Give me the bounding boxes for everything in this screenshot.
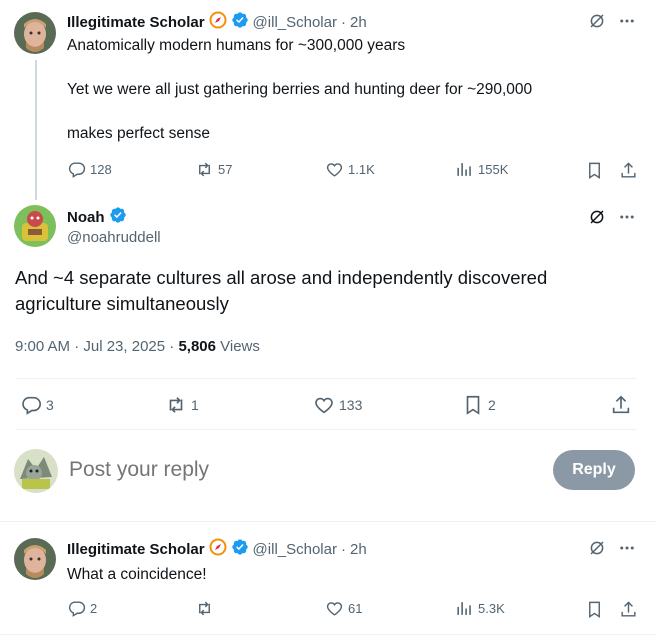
grok-icon[interactable] [586, 537, 608, 559]
author-handle[interactable]: @ill_Scholar [253, 541, 337, 558]
main-tweet-author: Noah [67, 206, 127, 229]
parent-tweet-header: Illegitimate Scholar @ill_Scholar · 2h [67, 11, 367, 34]
repost-icon [169, 397, 183, 413]
verified-badge-icon [231, 538, 249, 561]
reply-button[interactable]: 2 [67, 599, 97, 618]
views-button[interactable]: 5.3K [455, 599, 505, 618]
author-handle[interactable]: @ill_Scholar [253, 14, 337, 31]
grok-icon[interactable] [586, 206, 608, 228]
reply-input[interactable] [69, 455, 529, 485]
reply-tweet-header: Illegitimate Scholar @ill_Scholar · 2h [67, 538, 367, 561]
bookmark-icon[interactable] [583, 159, 605, 181]
bookmark-icon [466, 395, 480, 415]
like-button[interactable]: 61 [325, 599, 362, 618]
repost-count: 57 [218, 162, 233, 177]
repost-count: 1 [191, 397, 199, 413]
compass-emoji-icon [209, 11, 227, 34]
more-options-icon[interactable] [616, 537, 638, 559]
grok-icon[interactable] [586, 10, 608, 32]
share-icon[interactable] [617, 598, 639, 620]
post-time[interactable]: 2h [350, 14, 367, 31]
reply-button[interactable]: 3 [20, 394, 54, 416]
views-number: 5,806 [178, 338, 216, 355]
share-icon[interactable] [617, 159, 639, 181]
analytics-icon [457, 163, 471, 176]
reply-icon [68, 601, 86, 617]
author-name[interactable]: Illegitimate Scholar [67, 14, 205, 31]
repost-button[interactable] [195, 599, 218, 618]
separator-dot: · [340, 14, 346, 31]
verified-badge-icon [231, 11, 249, 34]
author-handle[interactable]: @noahruddell [67, 229, 161, 246]
post-text-line: Anatomically modern humans for ~300,000 … [67, 37, 406, 54]
views-button[interactable]: 155K [455, 160, 508, 179]
reply-count: 2 [90, 601, 98, 616]
separator-dot: · [340, 541, 346, 558]
post-time[interactable]: 2h [350, 541, 367, 558]
author-name[interactable]: Noah [67, 209, 105, 226]
view-count: 155K [478, 162, 509, 177]
thread-connector-line [35, 60, 37, 200]
bookmark-count: 2 [488, 397, 496, 413]
bookmark-icon[interactable] [583, 598, 605, 620]
author-name[interactable]: Illegitimate Scholar [67, 541, 205, 558]
more-options-icon[interactable] [616, 10, 638, 32]
post-metadata: 9:00 AM · Jul 23, 2025 · 5,806 Views [15, 338, 260, 355]
reply-submit-button[interactable]: Reply [553, 450, 635, 490]
divider [0, 521, 656, 522]
reply-count: 3 [46, 397, 54, 413]
repost-icon [199, 601, 210, 616]
reply-icon [68, 162, 86, 178]
divider [15, 429, 637, 430]
reply-icon [22, 396, 41, 415]
heart-icon [315, 397, 333, 414]
bookmark-button[interactable]: 2 [462, 394, 496, 416]
analytics-icon [457, 602, 471, 615]
like-count: 1.1K [348, 162, 375, 177]
verified-badge-icon [109, 206, 127, 229]
divider [15, 378, 637, 379]
heart-icon [326, 602, 343, 616]
divider [0, 634, 656, 635]
post-text-line: makes perfect sense [67, 125, 211, 142]
more-options-icon[interactable] [616, 206, 638, 228]
views-label: Views [215, 338, 260, 355]
repost-button[interactable]: 57 [195, 160, 232, 179]
current-user-avatar[interactable] [14, 449, 58, 493]
like-button[interactable]: 133 [313, 394, 362, 416]
like-button[interactable]: 1.1K [325, 160, 375, 179]
reply-count: 128 [90, 162, 112, 177]
heart-icon [326, 163, 343, 177]
view-count: 5.3K [478, 601, 505, 616]
post-text-line: Yet we were all just gathering berries a… [67, 81, 533, 98]
like-count: 61 [348, 601, 363, 616]
share-icon[interactable] [609, 393, 633, 417]
post-timestamp[interactable]: 9:00 AM · Jul 23, 2025 · [15, 338, 178, 355]
avatar-noah[interactable] [14, 205, 56, 247]
avatar-illegitimate-scholar[interactable] [14, 538, 56, 580]
repost-button[interactable]: 1 [165, 394, 199, 416]
post-text: What a coincidence! [67, 566, 207, 583]
repost-icon [199, 162, 210, 177]
main-post-text: And ~4 separate cultures all arose and i… [15, 267, 548, 314]
like-count: 133 [339, 397, 363, 413]
avatar-illegitimate-scholar[interactable] [14, 12, 56, 54]
reply-button[interactable]: 128 [67, 160, 112, 179]
compass-emoji-icon [209, 538, 227, 561]
